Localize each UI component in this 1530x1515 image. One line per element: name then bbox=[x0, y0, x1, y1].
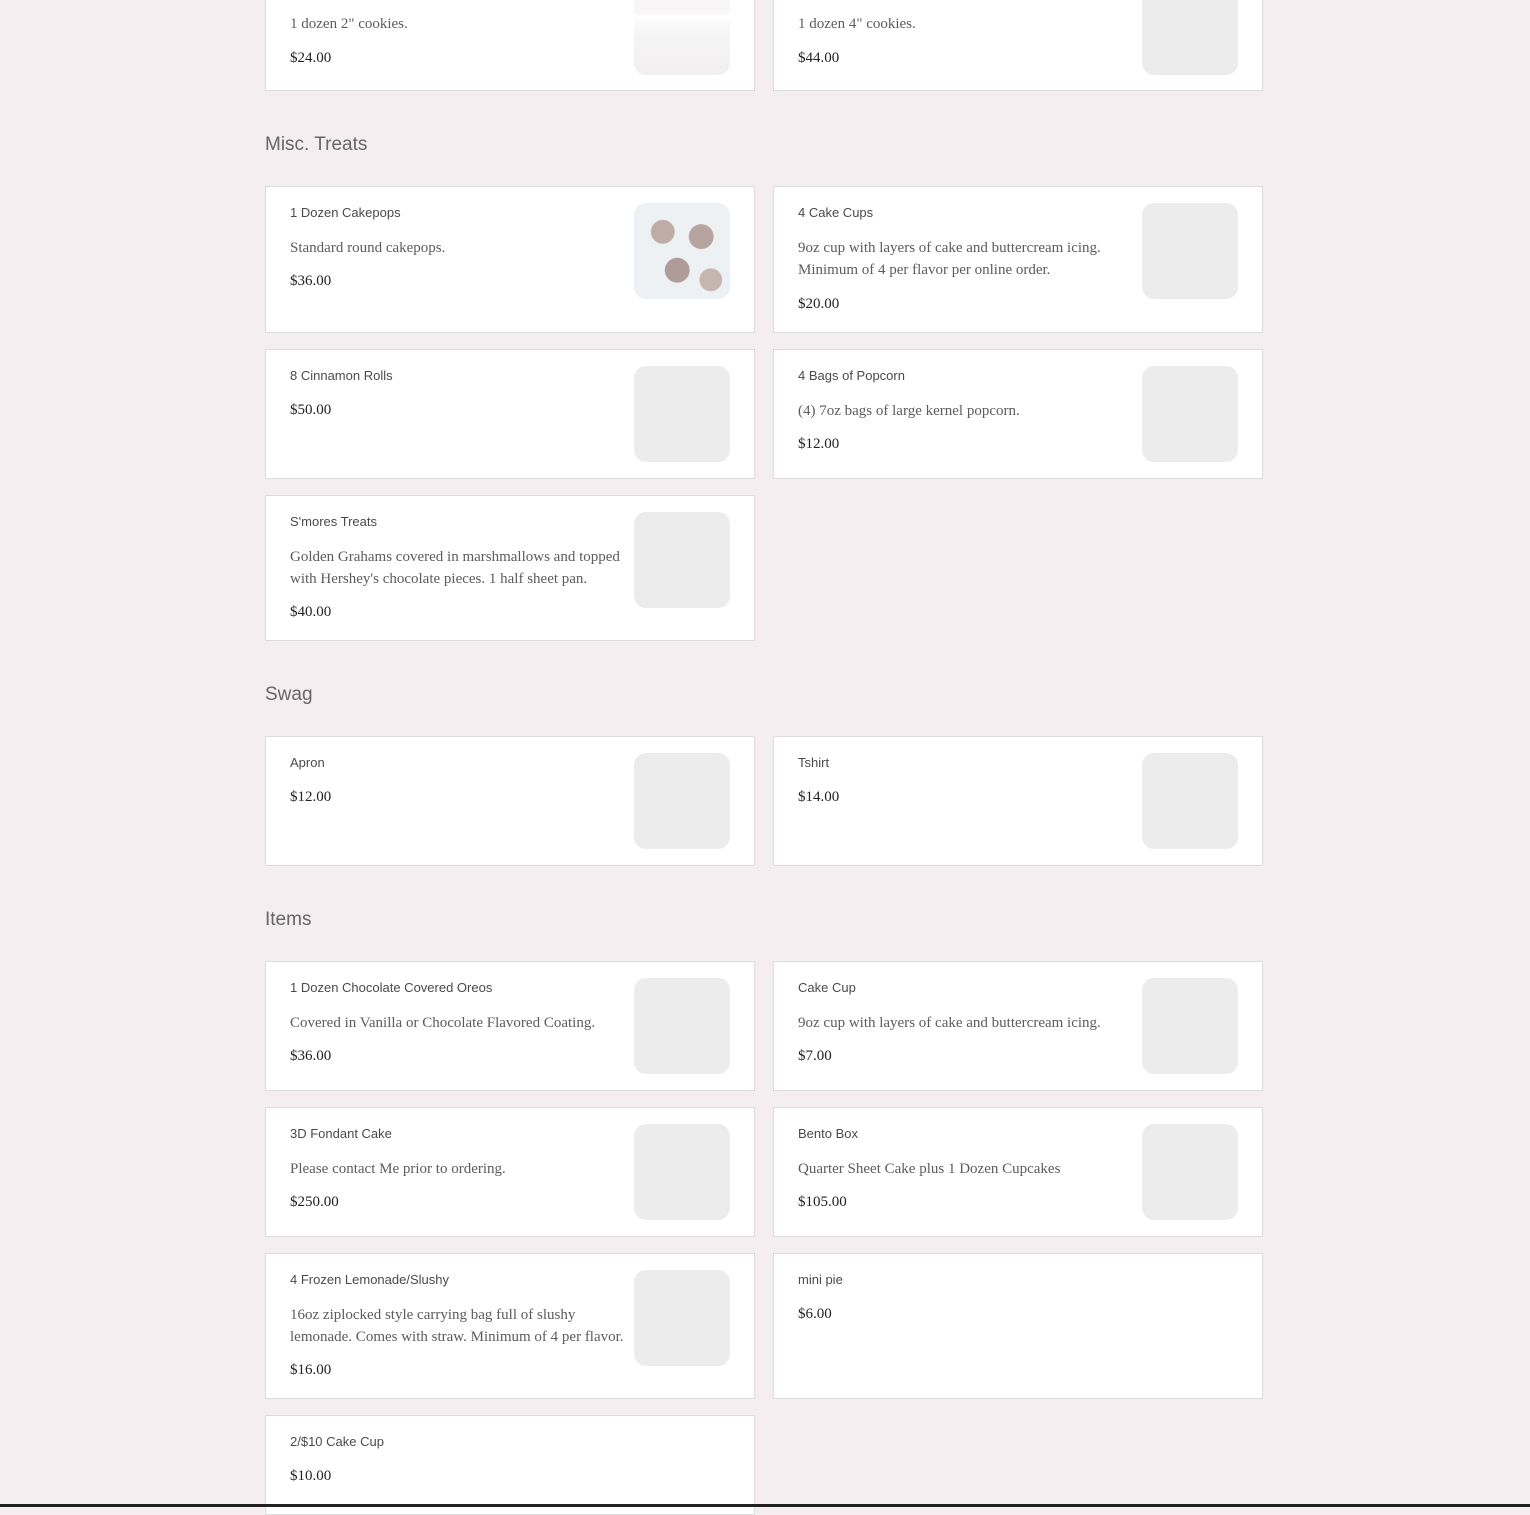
product-title: Cake Cup bbox=[798, 980, 856, 995]
product-image-placeholder bbox=[1142, 366, 1238, 462]
product-image-placeholder bbox=[634, 753, 730, 849]
product-price: $36.00 bbox=[290, 1048, 332, 1064]
product-card-cinnamon-rolls[interactable]: 8 Cinnamon Rolls $50.00 bbox=[265, 349, 755, 479]
product-description: 1 dozen 2" cookies. bbox=[290, 16, 408, 32]
product-title: Apron bbox=[290, 755, 325, 770]
product-price: $16.00 bbox=[290, 1362, 332, 1378]
product-title: Bento Box bbox=[798, 1126, 858, 1141]
product-card-mini-pie[interactable]: mini pie $6.00 bbox=[773, 1253, 1263, 1399]
product-title: S'mores Treats bbox=[290, 514, 378, 529]
product-price: $6.00 bbox=[798, 1306, 832, 1322]
product-image-placeholder bbox=[634, 1124, 730, 1220]
product-card-bento-box[interactable]: Bento Box Quarter Sheet Cake plus 1 Doze… bbox=[773, 1107, 1263, 1237]
product-description: 9oz cup with layers of cake and buttercr… bbox=[798, 240, 1101, 278]
product-title: 4 Cake Cups bbox=[798, 205, 874, 220]
menu-page: 1 dozen 2" cookies. $24.00 1 dozen 4" co… bbox=[0, 0, 1530, 1515]
product-card-3d-fondant-cake[interactable]: 3D Fondant Cake Please contact Me prior … bbox=[265, 1107, 755, 1237]
product-price: $40.00 bbox=[290, 604, 332, 620]
product-card-chocolate-covered-oreos[interactable]: 1 Dozen Chocolate Covered Oreos Covered … bbox=[265, 961, 755, 1091]
product-description: (4) 7oz bags of large kernel popcorn. bbox=[798, 403, 1020, 419]
product-image-placeholder bbox=[1142, 203, 1238, 299]
product-description: 16oz ziplocked style carrying bag full o… bbox=[290, 1307, 624, 1345]
product-image-placeholder bbox=[1142, 0, 1238, 75]
product-image-placeholder bbox=[634, 978, 730, 1074]
section-title-items: Items bbox=[265, 909, 312, 930]
product-title: 1 Dozen Chocolate Covered Oreos bbox=[290, 980, 493, 995]
product-description: Quarter Sheet Cake plus 1 Dozen Cupcakes bbox=[798, 1161, 1061, 1177]
product-title: 2/$10 Cake Cup bbox=[290, 1434, 384, 1449]
product-price: $36.00 bbox=[290, 273, 332, 289]
product-image-placeholder bbox=[634, 366, 730, 462]
product-card-4-cake-cups[interactable]: 4 Cake Cups 9oz cup with layers of cake … bbox=[773, 186, 1263, 333]
product-price: $44.00 bbox=[798, 50, 840, 66]
product-title: 4 Frozen Lemonade/Slushy bbox=[290, 1272, 449, 1287]
product-title: 8 Cinnamon Rolls bbox=[290, 368, 393, 383]
product-title: Tshirt bbox=[798, 755, 830, 770]
product-card-cake-cup[interactable]: Cake Cup 9oz cup with layers of cake and… bbox=[773, 961, 1263, 1091]
product-image-placeholder bbox=[634, 512, 730, 608]
product-card-cakepops[interactable]: 1 Dozen Cakepops Standard round cakepops… bbox=[265, 186, 755, 333]
product-card-frozen-lemonade[interactable]: 4 Frozen Lemonade/Slushy 16oz ziplocked … bbox=[265, 1253, 755, 1399]
product-description: Please contact Me prior to ordering. bbox=[290, 1161, 506, 1177]
product-title: 1 Dozen Cakepops bbox=[290, 205, 401, 220]
product-price: $50.00 bbox=[290, 402, 332, 418]
product-card-cookies-4in[interactable]: 1 dozen 4" cookies. $44.00 bbox=[773, 0, 1263, 91]
product-price: $24.00 bbox=[290, 50, 332, 66]
product-card-apron[interactable]: Apron $12.00 bbox=[265, 736, 755, 866]
product-price: $14.00 bbox=[798, 789, 840, 805]
section-title-swag: Swag bbox=[265, 684, 313, 705]
product-image bbox=[634, 0, 730, 75]
product-title: mini pie bbox=[798, 1272, 843, 1287]
product-price: $250.00 bbox=[290, 1194, 339, 1210]
product-image bbox=[634, 203, 730, 299]
product-image-placeholder bbox=[634, 1270, 730, 1366]
product-image-placeholder bbox=[1142, 753, 1238, 849]
product-price: $20.00 bbox=[798, 296, 840, 312]
product-title: 3D Fondant Cake bbox=[290, 1126, 392, 1141]
product-price: $10.00 bbox=[290, 1468, 332, 1484]
product-description: Covered in Vanilla or Chocolate Flavored… bbox=[290, 1015, 596, 1031]
product-price: $12.00 bbox=[798, 436, 840, 452]
product-card-tshirt[interactable]: Tshirt $14.00 bbox=[773, 736, 1263, 866]
product-image-placeholder bbox=[1142, 1124, 1238, 1220]
product-title: 4 Bags of Popcorn bbox=[798, 368, 905, 383]
product-card-smores[interactable]: S'mores Treats Golden Grahams covered in… bbox=[265, 495, 755, 641]
product-price: $12.00 bbox=[290, 789, 332, 805]
product-card-cookies-2in[interactable]: 1 dozen 2" cookies. $24.00 bbox=[265, 0, 755, 91]
product-description: 1 dozen 4" cookies. bbox=[798, 16, 916, 32]
product-price: $7.00 bbox=[798, 1048, 832, 1064]
product-description: Standard round cakepops. bbox=[290, 240, 446, 256]
product-price: $105.00 bbox=[798, 1194, 847, 1210]
product-card-popcorn[interactable]: 4 Bags of Popcorn (4) 7oz bags of large … bbox=[773, 349, 1263, 479]
product-description: 9oz cup with layers of cake and buttercr… bbox=[798, 1015, 1101, 1031]
section-title-misc-treats: Misc. Treats bbox=[265, 134, 368, 155]
product-description: Golden Grahams covered in marshmallows a… bbox=[290, 549, 620, 587]
product-card-2-for-10-cake-cup[interactable]: 2/$10 Cake Cup $10.00 bbox=[265, 1415, 755, 1515]
product-image-placeholder bbox=[1142, 978, 1238, 1074]
